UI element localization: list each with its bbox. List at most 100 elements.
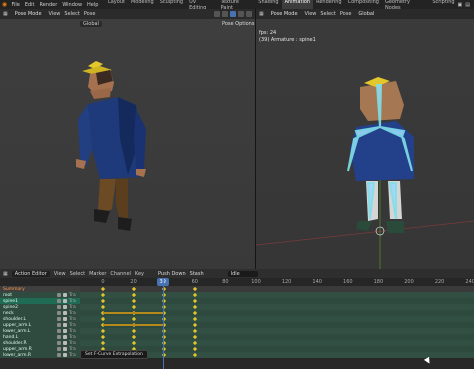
viewlayer-icon[interactable]: ▤ xyxy=(465,2,470,8)
keyframe[interactable] xyxy=(131,286,136,292)
menu-file[interactable]: File xyxy=(11,2,19,8)
hold-bar xyxy=(103,312,165,314)
menu-help[interactable]: Help xyxy=(87,2,98,8)
keyframe[interactable] xyxy=(192,346,197,352)
keyframe[interactable] xyxy=(131,298,136,304)
keyframe[interactable] xyxy=(100,304,106,310)
keyframe[interactable] xyxy=(100,298,106,304)
action-name-field[interactable]: Idle xyxy=(227,270,258,277)
lock-icon[interactable] xyxy=(63,341,67,345)
channel-label: spine2 xyxy=(3,304,18,310)
top-bar: ◉ File Edit Render Window Help Layout Modelin… xyxy=(0,0,474,12)
lock-icon[interactable] xyxy=(63,335,67,339)
keyframe[interactable] xyxy=(192,298,197,304)
menu-marker[interactable]: Marker xyxy=(89,271,106,277)
menu-window[interactable]: Window xyxy=(62,2,82,8)
keyframe[interactable] xyxy=(192,292,197,298)
hold-bar xyxy=(103,324,165,326)
ruler-tick: 80 xyxy=(222,279,229,285)
character-model xyxy=(76,61,146,231)
editor-type-icon[interactable]: ▦ xyxy=(3,271,8,277)
lock-icon[interactable] xyxy=(63,299,67,303)
channel-suffix: Tra xyxy=(69,316,76,322)
lock-icon[interactable] xyxy=(63,317,67,321)
stash-button[interactable]: Stash xyxy=(190,271,204,277)
channel-label: shoulder.R xyxy=(3,340,27,346)
keyframe[interactable] xyxy=(100,328,106,334)
fcurve-icon[interactable] xyxy=(57,353,61,357)
channel-label: upper_arm.L xyxy=(3,322,32,328)
ruler-tick: 240 xyxy=(465,279,474,285)
fcurve-icon[interactable] xyxy=(57,323,61,327)
keyframe[interactable] xyxy=(192,316,197,322)
channel-suffix: Tra xyxy=(69,334,76,340)
action-editor-header: ▦ Action Editor View Select Marker Chann… xyxy=(0,269,474,278)
push-down-button[interactable]: Push Down xyxy=(158,271,186,277)
fcurve-icon[interactable] xyxy=(57,335,61,339)
keyframe[interactable] xyxy=(131,304,136,310)
fcurve-icon[interactable] xyxy=(57,293,61,297)
fcurve-icon[interactable] xyxy=(57,317,61,321)
frame-ruler[interactable]: 02040608010012014016018020022024039 xyxy=(0,278,474,286)
viewport-right[interactable]: ▦ Pose Mode View Select Pose Global fps:… xyxy=(256,9,474,269)
keyframe[interactable] xyxy=(131,334,136,340)
keyframe[interactable] xyxy=(192,304,197,310)
keyframe[interactable] xyxy=(131,340,136,346)
action-editor: ▦ Action Editor View Select Marker Chann… xyxy=(0,269,474,369)
channel-suffix: Tra xyxy=(69,304,76,310)
fcurve-icon[interactable] xyxy=(57,341,61,345)
channel-suffix: Tra xyxy=(69,322,76,328)
keyframe[interactable] xyxy=(100,334,106,340)
fcurve-icon[interactable] xyxy=(57,305,61,309)
keyframe[interactable] xyxy=(131,292,136,298)
channel-suffix: Tra xyxy=(69,292,76,298)
keyframe[interactable] xyxy=(100,286,106,292)
keyframe[interactable] xyxy=(100,292,106,298)
fcurve-icon[interactable] xyxy=(57,329,61,333)
keyframe[interactable] xyxy=(192,310,197,316)
keyframe[interactable] xyxy=(131,316,136,322)
lock-icon[interactable] xyxy=(63,293,67,297)
fcurve-icon[interactable] xyxy=(57,299,61,303)
ruler-tick: 100 xyxy=(251,279,261,285)
menu-channel[interactable]: Channel xyxy=(110,271,131,277)
fcurve-icon[interactable] xyxy=(57,311,61,315)
keyframe[interactable] xyxy=(192,334,197,340)
channel-suffix: Tra xyxy=(69,340,76,346)
lock-icon[interactable] xyxy=(63,311,67,315)
mode-dropdown[interactable]: Action Editor xyxy=(11,270,50,277)
keyframe[interactable] xyxy=(192,328,197,334)
lock-icon[interactable] xyxy=(63,347,67,351)
keyframe[interactable] xyxy=(192,352,197,358)
keyframe[interactable] xyxy=(100,316,106,322)
keyframe[interactable] xyxy=(131,328,136,334)
blender-logo-icon[interactable]: ◉ xyxy=(0,0,9,9)
lock-icon[interactable] xyxy=(63,329,67,333)
keyframe[interactable] xyxy=(192,286,197,292)
scene-icon[interactable]: ▣ xyxy=(458,2,463,8)
channel-lower_arm-r[interactable]: lower_arm.R Tra xyxy=(0,352,80,358)
lock-icon[interactable] xyxy=(63,353,67,357)
menu-view[interactable]: View xyxy=(54,271,66,277)
ruler-tick: 140 xyxy=(312,279,322,285)
channel-label: lower_arm.R xyxy=(3,352,32,358)
menu-key[interactable]: Key xyxy=(135,271,144,277)
ruler-tick: 180 xyxy=(373,279,384,285)
menu-edit[interactable]: Edit xyxy=(25,2,35,8)
keyframe[interactable] xyxy=(192,340,197,346)
keyframe[interactable] xyxy=(100,340,106,346)
channel-label: spine1 xyxy=(3,298,18,304)
lock-icon[interactable] xyxy=(63,323,67,327)
channel-label: root xyxy=(3,292,13,298)
channel-suffix: Tra xyxy=(69,328,76,334)
menu-select[interactable]: Select xyxy=(70,271,85,277)
channel-label: lower_arm.L xyxy=(3,328,31,334)
lock-icon[interactable] xyxy=(63,305,67,309)
fcurve-icon[interactable] xyxy=(57,347,61,351)
ruler-tick: 20 xyxy=(130,279,137,285)
channel-suffix: Tra xyxy=(69,352,76,358)
menu-render[interactable]: Render xyxy=(40,2,58,8)
playhead[interactable] xyxy=(163,278,164,369)
keyframe[interactable] xyxy=(192,322,197,328)
viewport-left[interactable]: ▦ Pose Mode View Select Pose Global Pose… xyxy=(0,9,255,269)
